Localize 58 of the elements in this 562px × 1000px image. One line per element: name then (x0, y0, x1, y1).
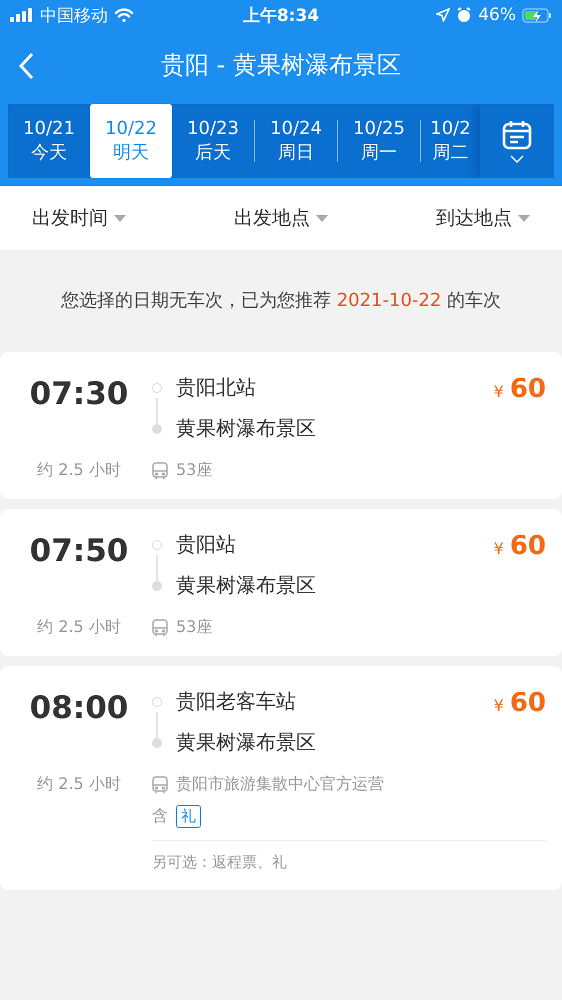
destination-station: 黄果树瀑布景区 (176, 729, 316, 756)
price: ¥ 60 (494, 374, 546, 406)
date-tab[interactable]: 10/21 今天 (8, 104, 90, 178)
wifi-icon (114, 8, 134, 22)
filter-dropdown[interactable]: 到达地点 (436, 205, 530, 231)
origin-station: 贵阳站 (176, 531, 236, 558)
price: ¥ 60 (494, 531, 546, 563)
origin-dot (152, 382, 162, 392)
departure-time: 07:50 (28, 532, 130, 571)
battery-percent: 46% (478, 5, 516, 25)
location-icon (436, 8, 450, 22)
departure-time: 08:00 (28, 689, 130, 728)
trip-card[interactable]: 07:30 贵阳北站 黄果树瀑布景区 ¥ 60 约 2.5 小时 53座 (0, 352, 562, 499)
filter-dropdown[interactable]: 出发地点 (234, 205, 328, 231)
date-tab[interactable]: 10/2 周二 (421, 104, 480, 178)
battery-icon (522, 8, 552, 22)
destination-station: 黄果树瀑布景区 (176, 572, 316, 599)
bus-info: 53座 (176, 617, 212, 638)
caret-icon (114, 214, 126, 222)
options-text: 另可选：返程票、礼 (152, 853, 287, 871)
bus-icon (152, 776, 168, 794)
status-time: 上午8:34 (242, 4, 320, 26)
carrier-name: 中国移动 (40, 4, 108, 26)
filter-dropdown[interactable]: 出发时间 (32, 205, 126, 231)
trip-card[interactable]: 08:00 贵阳老客车站 黄果树瀑布景区 ¥ 60 约 2.5 小时 贵阳市旅游集散中心官方运营 含 礼 另可选：返程票、礼 (0, 666, 562, 890)
origin-station: 贵阳北站 (176, 374, 256, 401)
bus-info: 53座 (176, 460, 212, 481)
destination-dot (152, 738, 162, 748)
notice-text: 您选择的日期无车次，已为您推荐 2021-10-22 的车次 (60, 290, 502, 311)
price: ¥ 60 (494, 688, 546, 720)
back-icon (18, 52, 34, 80)
bus-info: 贵阳市旅游集散中心官方运营 (176, 774, 384, 795)
date-tab[interactable]: 10/24 周日 (255, 104, 337, 178)
bus-icon (152, 462, 168, 480)
date-tab[interactable]: 10/23 后天 (172, 104, 254, 178)
signal-icon (10, 8, 34, 22)
chevron-down-icon (510, 155, 524, 163)
bus-icon (152, 618, 168, 636)
caret-icon (316, 214, 328, 222)
trip-duration: 约 2.5 小时 (36, 460, 122, 481)
calendar-button[interactable] (480, 104, 554, 178)
alarm-icon (456, 7, 472, 23)
calendar-icon (501, 119, 533, 151)
origin-station: 贵阳老客车站 (176, 688, 296, 715)
destination-dot (152, 424, 162, 434)
origin-dot (152, 540, 162, 550)
caret-icon (518, 214, 530, 222)
gift-tag: 礼 (176, 805, 201, 828)
destination-station: 黄果树瀑布景区 (176, 415, 316, 442)
trip-duration: 约 2.5 小时 (36, 617, 122, 638)
page-title: 贵阳 - 黄果树瀑布景区 (161, 50, 401, 81)
date-tab[interactable]: 10/25 周一 (338, 104, 420, 178)
trip-duration: 约 2.5 小时 (36, 774, 122, 795)
origin-dot (152, 696, 162, 706)
trip-card[interactable]: 07:50 贵阳站 黄果树瀑布景区 ¥ 60 约 2.5 小时 53座 (0, 509, 562, 656)
includes-label: 含 (152, 806, 168, 827)
departure-time: 07:30 (28, 375, 130, 414)
destination-dot (152, 580, 162, 590)
